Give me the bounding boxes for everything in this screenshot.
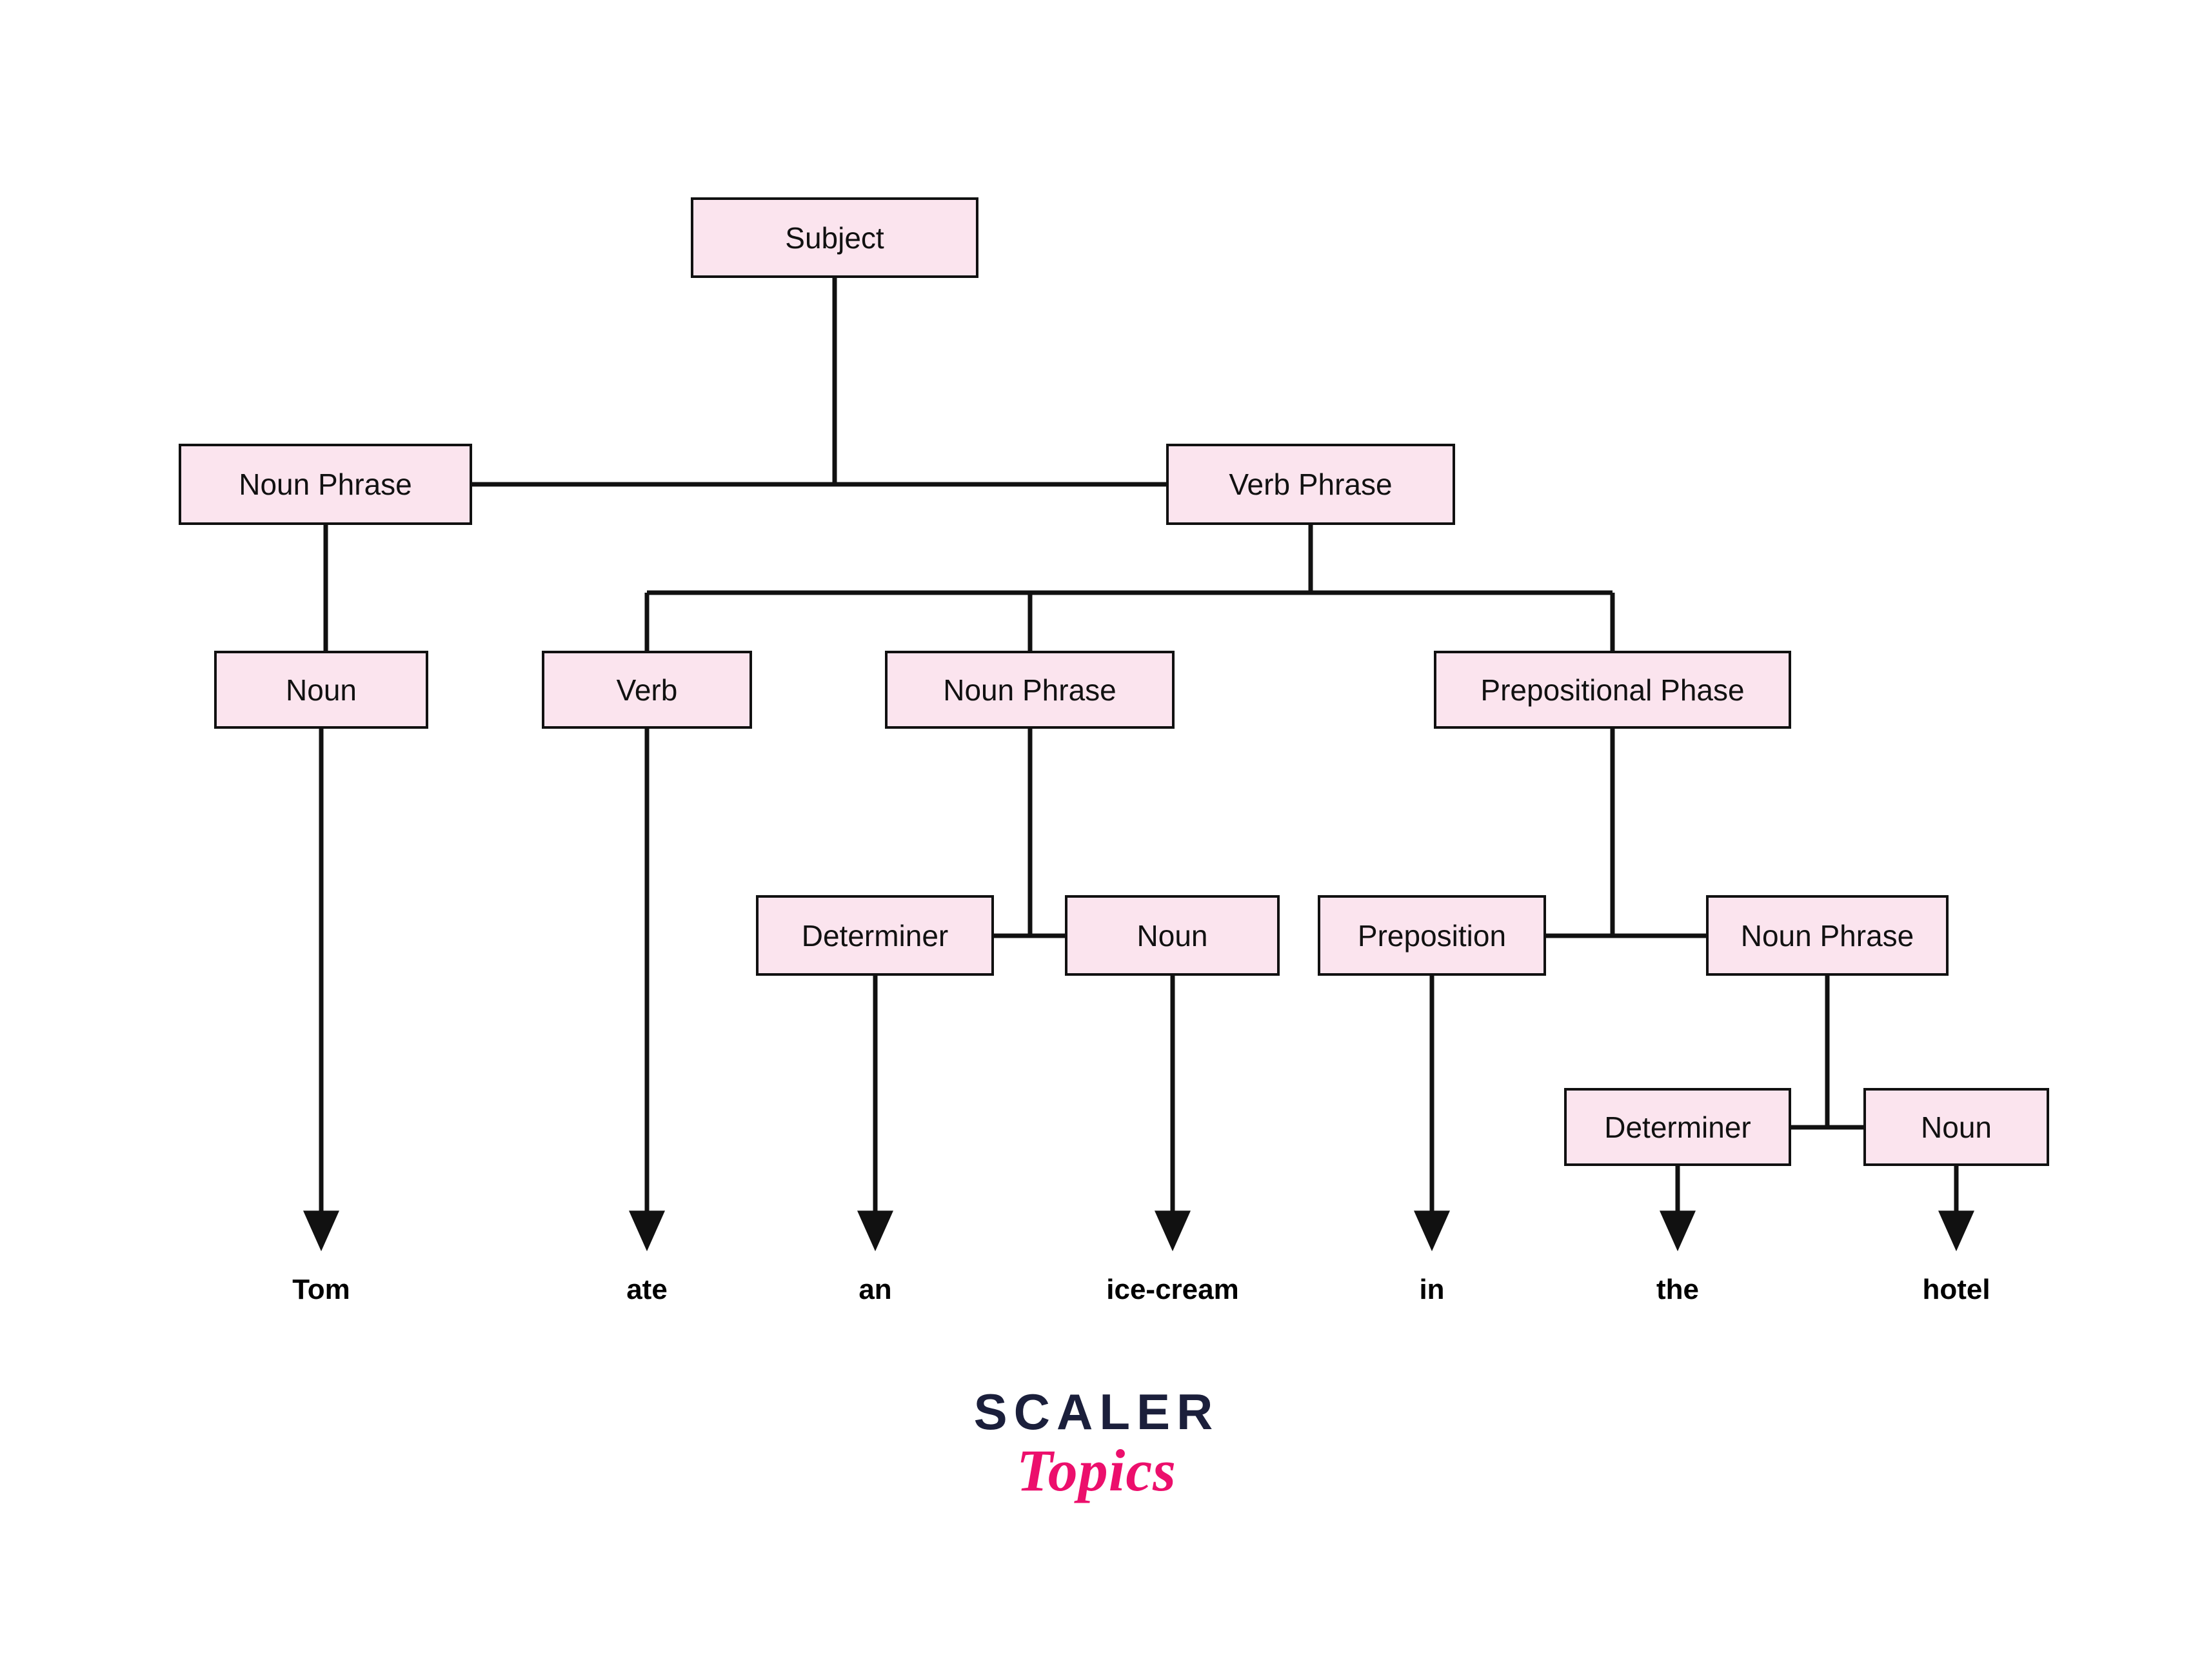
node-determiner-prep[interactable]: Determiner <box>1564 1088 1791 1166</box>
node-noun-phrase-subject[interactable]: Noun Phrase <box>179 444 472 525</box>
terminal-word-tom: Tom <box>292 1274 350 1305</box>
scaler-topics-logo: SCALER Topics <box>0 1387 2193 1502</box>
node-verb[interactable]: Verb <box>542 651 752 729</box>
node-preposition[interactable]: Preposition <box>1318 895 1546 976</box>
node-determiner-object[interactable]: Determiner <box>756 895 994 976</box>
node-label: Determiner <box>801 918 949 953</box>
node-label: Noun <box>1136 918 1208 953</box>
logo-primary-text: SCALER <box>973 1383 1220 1440</box>
node-label: Prepositional Phase <box>1480 673 1745 707</box>
node-noun-prep[interactable]: Noun <box>1863 1088 2049 1166</box>
node-label: Noun <box>1921 1110 1992 1144</box>
node-prepositional-phase[interactable]: Prepositional Phase <box>1434 651 1791 729</box>
diagram-canvas: Subject Noun Phrase Verb Phrase Noun Ver… <box>0 0 2193 1680</box>
node-label: Noun Phrase <box>1740 918 1914 953</box>
node-subject[interactable]: Subject <box>691 197 978 278</box>
node-label: Noun Phrase <box>239 468 412 501</box>
terminal-word-an: an <box>858 1274 892 1305</box>
node-label: Noun Phrase <box>943 673 1116 707</box>
terminal-word-in: in <box>1419 1274 1445 1305</box>
logo-secondary-text: Topics <box>1017 1438 1176 1503</box>
node-noun-object[interactable]: Noun <box>1065 895 1280 976</box>
node-label: Verb Phrase <box>1229 468 1393 501</box>
node-label: Verb <box>616 673 678 707</box>
node-verb-phrase[interactable]: Verb Phrase <box>1166 444 1455 525</box>
terminal-word-hotel: hotel <box>1922 1274 1990 1305</box>
node-noun-phrase-prep[interactable]: Noun Phrase <box>1706 895 1949 976</box>
node-noun-subject[interactable]: Noun <box>214 651 428 729</box>
terminal-word-ate: ate <box>626 1274 668 1305</box>
node-noun-phrase-object[interactable]: Noun Phrase <box>885 651 1175 729</box>
terminal-word-ice-cream: ice-cream <box>1106 1274 1239 1305</box>
node-label: Determiner <box>1604 1110 1751 1144</box>
terminal-word-the: the <box>1656 1274 1699 1305</box>
node-label: Noun <box>286 673 357 707</box>
node-label: Preposition <box>1357 918 1507 953</box>
node-label: Subject <box>785 221 884 255</box>
